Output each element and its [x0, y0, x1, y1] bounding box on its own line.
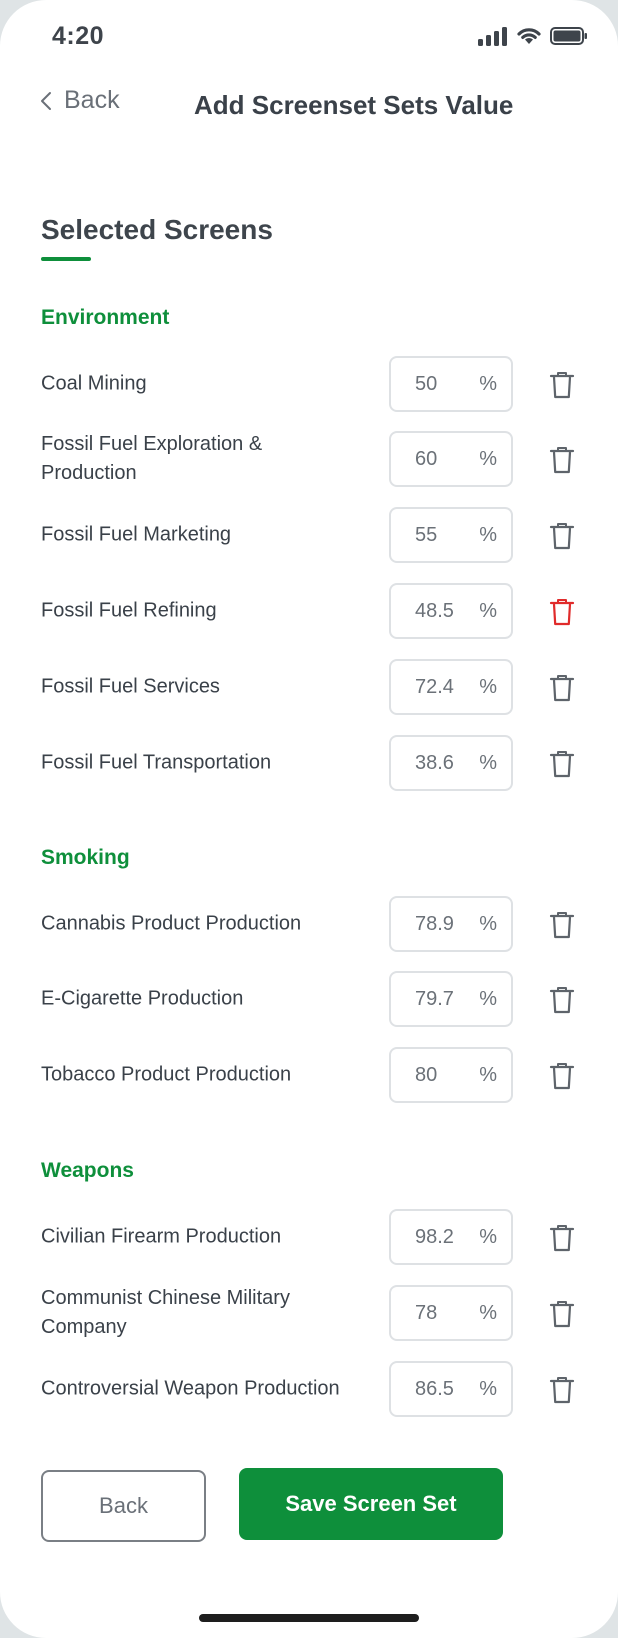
group-title: Smoking: [41, 846, 130, 869]
percent-unit: %: [479, 676, 497, 698]
percentage-input[interactable]: 60%: [389, 431, 513, 487]
screen-label: Civilian Firearm Production: [41, 1225, 282, 1248]
trash-icon[interactable]: [549, 522, 575, 550]
group-title: Weapons: [41, 1159, 134, 1182]
screen-label: Cannabis Product Production: [41, 912, 302, 935]
screen-label: Fossil Fuel Refining: [41, 599, 217, 622]
percentage-value: 55: [415, 524, 438, 546]
percentage-input[interactable]: 78.9%: [389, 896, 513, 952]
percentage-value: 48.5: [415, 600, 454, 622]
page-title: Add Screenset Sets Value: [194, 90, 514, 120]
screen-row: Tobacco Product Production 80%: [0, 1047, 618, 1103]
percentage-input[interactable]: 98.2%: [389, 1209, 513, 1265]
group-title: Environment: [41, 306, 170, 329]
screen-label: Communist Chinese Military Company: [41, 1287, 290, 1338]
percentage-value: 80: [415, 1064, 438, 1086]
screen-label: Tobacco Product Production: [41, 1063, 292, 1086]
percentage-input[interactable]: 80%: [389, 1047, 513, 1103]
percentage-value: 86.5: [415, 1378, 454, 1400]
screen-row: Controversial Weapon Production 86.5%: [0, 1361, 618, 1417]
percent-unit: %: [479, 752, 497, 774]
percent-unit: %: [479, 1064, 497, 1086]
screen-row: E-Cigarette Production 79.7%: [0, 971, 618, 1027]
phone-screen: 4:20 Back Add Screenset Sets Value Selec…: [0, 0, 618, 1638]
percentage-value: 78.9: [415, 913, 454, 935]
save-screen-set-button[interactable]: Save Screen Set: [239, 1468, 503, 1540]
percentage-input[interactable]: 50%: [389, 356, 513, 412]
screen-label: E-Cigarette Production: [41, 987, 244, 1010]
percentage-input[interactable]: 38.6%: [389, 735, 513, 791]
screen-label: Fossil Fuel Marketing: [41, 523, 232, 546]
screen-row: Civilian Firearm Production 98.2%: [0, 1209, 618, 1265]
signal-icon: [478, 27, 507, 46]
screen-label: Fossil Fuel Services: [41, 675, 220, 698]
chevron-left-icon: [41, 91, 51, 110]
percentage-input[interactable]: 79.7%: [389, 971, 513, 1027]
screen-row: Fossil Fuel Refining 48.5%: [0, 583, 618, 639]
nav-back-label: Back: [64, 86, 120, 114]
nav-back-button[interactable]: Back: [40, 86, 120, 115]
screen-label: Fossil Fuel Transportation: [41, 751, 272, 774]
section-underline: [41, 257, 91, 261]
percentage-input[interactable]: 72.4%: [389, 659, 513, 715]
trash-icon[interactable]: [549, 446, 575, 474]
percentage-value: 50: [415, 373, 438, 395]
trash-icon[interactable]: [549, 598, 575, 626]
trash-icon[interactable]: [549, 1300, 575, 1328]
percent-unit: %: [479, 524, 497, 546]
percentage-input[interactable]: 78%: [389, 1285, 513, 1341]
trash-icon[interactable]: [549, 986, 575, 1014]
section-title: Selected Screens: [41, 214, 273, 245]
status-time: 4:20: [52, 22, 105, 50]
screen-row: Fossil Fuel Services 72.4%: [0, 659, 618, 715]
screen-row: Fossil Fuel Marketing 55%: [0, 507, 618, 563]
trash-icon[interactable]: [549, 750, 575, 778]
percent-unit: %: [479, 373, 497, 395]
screen-label: Fossil Fuel Exploration & Production: [41, 433, 263, 484]
trash-icon[interactable]: [549, 1224, 575, 1252]
percent-unit: %: [479, 988, 497, 1010]
screen-row: Cannabis Product Production 78.9%: [0, 896, 618, 952]
percentage-input[interactable]: 55%: [389, 507, 513, 563]
trash-icon[interactable]: [549, 1376, 575, 1404]
status-bar: 4:20: [0, 0, 618, 74]
trash-icon[interactable]: [549, 674, 575, 702]
percent-unit: %: [479, 600, 497, 622]
percentage-value: 72.4: [415, 676, 454, 698]
wifi-icon: [517, 28, 541, 44]
percentage-value: 60: [415, 448, 438, 470]
back-button[interactable]: Back: [41, 1470, 206, 1542]
percent-unit: %: [479, 1378, 497, 1400]
screen-label: Coal Mining: [41, 372, 147, 395]
trash-icon[interactable]: [549, 1062, 575, 1090]
percentage-value: 38.6: [415, 752, 454, 774]
percent-unit: %: [479, 1302, 497, 1324]
percentage-value: 98.2: [415, 1226, 454, 1248]
percentage-value: 78: [415, 1302, 438, 1324]
trash-icon[interactable]: [549, 371, 575, 399]
trash-icon[interactable]: [549, 911, 575, 939]
status-icons: [478, 26, 588, 46]
percent-unit: %: [479, 448, 497, 470]
percentage-input[interactable]: 48.5%: [389, 583, 513, 639]
screen-row: Communist Chinese Military Company 78%: [0, 1285, 618, 1341]
percentage-input[interactable]: 86.5%: [389, 1361, 513, 1417]
screen-row: Coal Mining 50%: [0, 356, 618, 412]
battery-icon: [550, 27, 587, 45]
screen-row: Fossil Fuel Exploration & Production 60%: [0, 431, 618, 487]
home-indicator[interactable]: [199, 1614, 419, 1622]
percent-unit: %: [479, 1226, 497, 1248]
screen-label: Controversial Weapon Production: [41, 1377, 340, 1400]
percent-unit: %: [479, 913, 497, 935]
percentage-value: 79.7: [415, 988, 454, 1010]
top-nav: Back Add Screenset Sets Value: [0, 80, 618, 130]
screen-row: Fossil Fuel Transportation 38.6%: [0, 735, 618, 791]
